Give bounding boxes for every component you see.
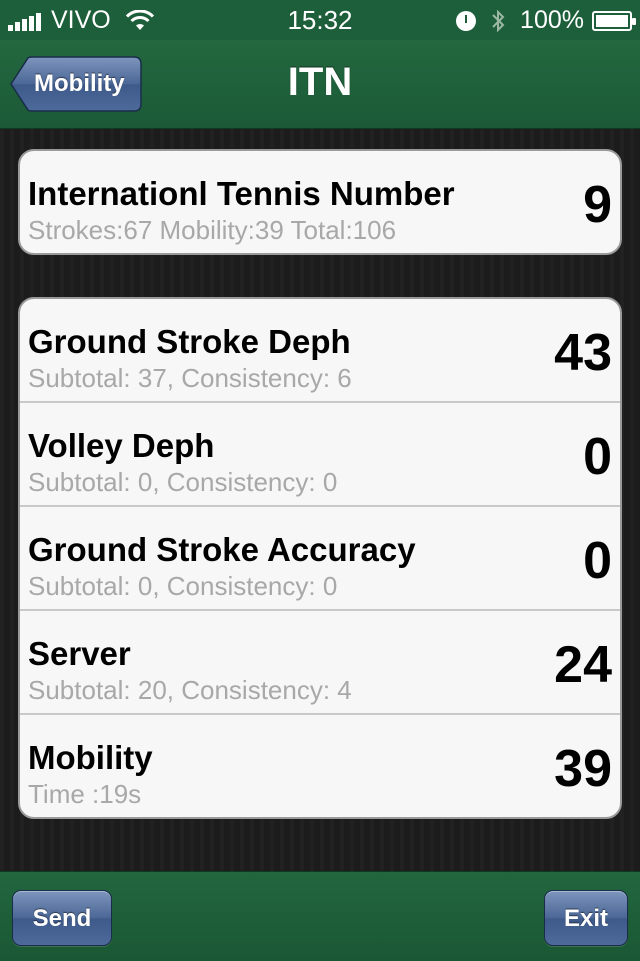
row-subtitle: Subtotal: 0, Consistency: 0 bbox=[28, 467, 338, 497]
row-title: Volley Deph bbox=[28, 427, 215, 464]
navigation-bar: Mobility ITN bbox=[0, 40, 640, 129]
itn-summary-row[interactable]: Internationl Tennis Number Strokes:67 Mo… bbox=[20, 151, 620, 253]
status-bar: VIVO 15:32 100% bbox=[0, 0, 640, 40]
row-value: 43 bbox=[554, 324, 612, 382]
detail-row-ground-stroke-depth[interactable]: Ground Stroke Deph Subtotal: 37, Consist… bbox=[20, 299, 620, 403]
send-button[interactable]: Send bbox=[12, 890, 112, 946]
row-value: 0 bbox=[583, 428, 612, 486]
row-subtitle: Subtotal: 20, Consistency: 4 bbox=[28, 675, 352, 705]
page-title: ITN bbox=[287, 60, 353, 104]
row-value: 0 bbox=[583, 532, 612, 590]
detail-card: Ground Stroke Deph Subtotal: 37, Consist… bbox=[18, 297, 622, 819]
row-value: 9 bbox=[583, 176, 612, 234]
detail-row-ground-stroke-accuracy[interactable]: Ground Stroke Accuracy Subtotal: 0, Cons… bbox=[20, 507, 620, 611]
detail-row-volley-depth[interactable]: Volley Deph Subtotal: 0, Consistency: 0 … bbox=[20, 403, 620, 507]
battery-icon bbox=[592, 10, 636, 31]
bottom-toolbar: Send Exit bbox=[0, 871, 640, 961]
row-title: Ground Stroke Accuracy bbox=[28, 531, 416, 568]
status-right: 100% bbox=[456, 6, 636, 35]
row-value: 24 bbox=[554, 636, 612, 694]
detail-row-server[interactable]: Server Subtotal: 20, Consistency: 4 24 bbox=[20, 611, 620, 715]
row-title: Internationl Tennis Number bbox=[28, 175, 455, 212]
detail-row-mobility[interactable]: Mobility Time :19s 39 bbox=[20, 715, 620, 817]
row-subtitle: Subtotal: 37, Consistency: 6 bbox=[28, 363, 352, 393]
alarm-clock-icon bbox=[456, 10, 477, 31]
row-subtitle: Time :19s bbox=[28, 779, 142, 809]
row-subtitle: Strokes:67 Mobility:39 Total:106 bbox=[28, 215, 397, 245]
bluetooth-icon bbox=[492, 9, 505, 32]
row-value: 39 bbox=[554, 740, 612, 798]
row-title: Ground Stroke Deph bbox=[28, 323, 351, 360]
content-area: Internationl Tennis Number Strokes:67 Mo… bbox=[0, 129, 640, 871]
battery-percent: 100% bbox=[520, 6, 584, 34]
row-title: Mobility bbox=[28, 739, 153, 776]
exit-button[interactable]: Exit bbox=[544, 890, 628, 946]
summary-card: Internationl Tennis Number Strokes:67 Mo… bbox=[18, 149, 622, 255]
row-subtitle: Subtotal: 0, Consistency: 0 bbox=[28, 571, 338, 601]
row-title: Server bbox=[28, 635, 131, 672]
